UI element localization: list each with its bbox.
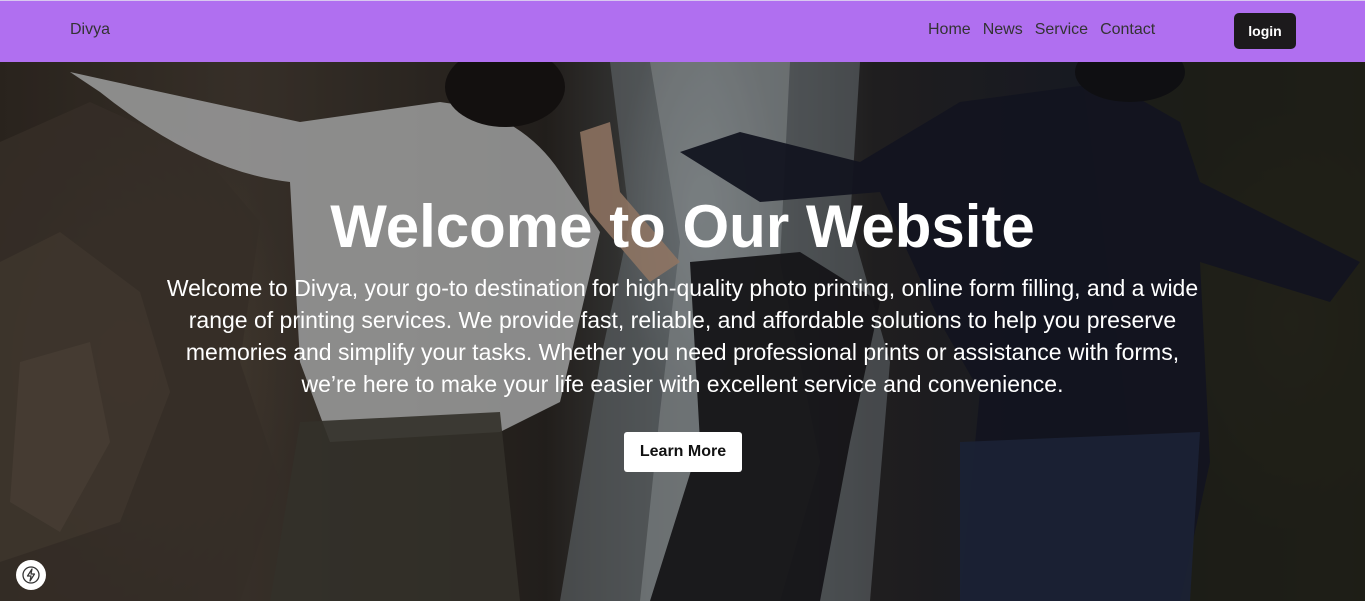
- hero-description: Welcome to Divya, your go-to destination…: [166, 275, 1199, 397]
- nav-link-contact[interactable]: Contact: [1100, 21, 1155, 39]
- login-button[interactable]: login: [1234, 13, 1296, 49]
- page: Divya Home News Service Contact login We…: [0, 0, 1365, 601]
- nav-link-service[interactable]: Service: [1035, 21, 1088, 39]
- hero-title: Welcome to Our Website: [330, 193, 1035, 260]
- nav-link-news[interactable]: News: [983, 21, 1023, 39]
- learn-more-button[interactable]: Learn More: [624, 432, 742, 472]
- corner-badge[interactable]: [16, 560, 46, 590]
- nav-link-home[interactable]: Home: [928, 21, 971, 39]
- lightning-bolt-icon: [22, 566, 40, 584]
- nav-links: Home News Service Contact: [928, 21, 1155, 39]
- hero-section: Welcome to Our Website Welcome to Divya,…: [0, 62, 1365, 601]
- hero-content: Welcome to Our Website Welcome to Divya,…: [160, 192, 1205, 400]
- brand-logo[interactable]: Divya: [70, 21, 110, 39]
- navbar: Divya Home News Service Contact login: [0, 0, 1365, 62]
